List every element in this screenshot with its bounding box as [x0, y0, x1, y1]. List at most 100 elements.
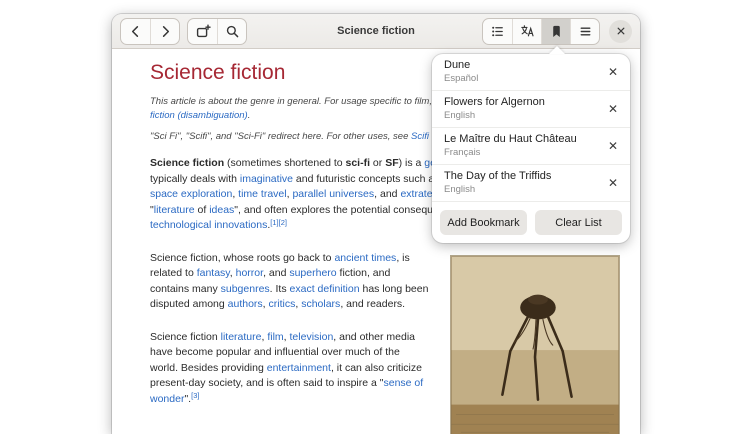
article-link[interactable]: technological innovations	[150, 219, 267, 231]
clear-list-button[interactable]: Clear List	[535, 210, 622, 235]
bookmark-actions: Add Bookmark Clear List	[432, 201, 630, 243]
article-link[interactable]: [1]	[270, 218, 278, 227]
article-link[interactable]: entertainment	[267, 362, 331, 374]
chevron-right-icon	[158, 24, 173, 39]
text-segment: SF	[385, 157, 398, 169]
chevron-left-icon	[128, 24, 143, 39]
text-segment: related to	[150, 267, 197, 279]
text-segment: present-day society, and is often said t…	[150, 377, 384, 389]
window-title: Science fiction	[337, 14, 415, 48]
article-link[interactable]: fiction (disambiguation)	[150, 110, 248, 121]
article-link[interactable]: critics	[269, 298, 296, 310]
text-segment: . Its	[270, 283, 290, 295]
article-link[interactable]: authors	[228, 298, 263, 310]
language-icon	[519, 23, 535, 39]
text-segment: Science fiction, whose roots go back to	[150, 252, 334, 264]
bookmark-item[interactable]: Le Maître du Haut Château Français ✕	[432, 128, 630, 165]
article-link[interactable]: time travel	[238, 188, 286, 200]
text-segment: contains many	[150, 283, 221, 295]
bookmark-texts: Dune Español	[444, 59, 478, 85]
view-button-group	[482, 18, 600, 45]
text-segment: sci-fi	[346, 157, 371, 169]
text-segment: , and	[263, 267, 289, 279]
new-tab-button[interactable]	[188, 19, 217, 44]
article-link[interactable]: wonder	[150, 393, 184, 405]
nav-button-group	[120, 18, 180, 45]
bookmark-title: The Day of the Triffids	[444, 170, 551, 183]
article-link[interactable]: fantasy	[197, 267, 230, 279]
bookmark-title: Le Maître du Haut Château	[444, 133, 577, 146]
back-button[interactable]	[121, 19, 150, 44]
bookmark-item[interactable]: The Day of the Triffids English ✕	[432, 165, 630, 201]
article-link[interactable]: literature	[154, 204, 195, 216]
close-button[interactable]	[609, 20, 632, 43]
toc-list-icon	[490, 24, 505, 39]
article-link[interactable]: subgenres	[221, 283, 270, 295]
remove-bookmark-button[interactable]: ✕	[601, 60, 625, 84]
menu-button[interactable]	[570, 19, 599, 44]
search-button[interactable]	[217, 19, 246, 44]
remove-bookmark-button[interactable]: ✕	[601, 97, 625, 121]
text-segment: fiction, and	[337, 267, 391, 279]
forward-button[interactable]	[150, 19, 179, 44]
article-link[interactable]: exact definition	[290, 283, 360, 295]
article-link[interactable]: scholars	[301, 298, 340, 310]
text-segment: Science fiction	[150, 157, 224, 169]
bookmark-language: Français	[444, 147, 577, 159]
text-segment: This article is about the genre in gener…	[150, 96, 453, 107]
add-bookmark-button[interactable]: Add Bookmark	[440, 210, 527, 235]
text-segment: and futuristic concepts such as	[293, 173, 440, 185]
bookmarks-button[interactable]	[541, 19, 570, 44]
bookmark-texts: Flowers for Algernon English	[444, 96, 545, 122]
bookmark-item[interactable]: Dune Español ✕	[432, 54, 630, 91]
tools-button-group	[187, 18, 247, 45]
bookmark-title: Flowers for Algernon	[444, 96, 545, 109]
text-segment: disputed among	[150, 298, 228, 310]
bookmark-language: English	[444, 110, 545, 122]
bookmarks-popover: Dune Español ✕ Flowers for Algernon Engl…	[432, 54, 630, 243]
bookmark-item[interactable]: Flowers for Algernon English ✕	[432, 91, 630, 128]
language-button[interactable]	[512, 19, 541, 44]
tripod-illustration	[451, 256, 619, 434]
article-image[interactable]	[450, 255, 620, 434]
article-link[interactable]: ideas	[209, 204, 234, 216]
article-link[interactable]: [2]	[279, 218, 287, 227]
text-segment: has long been	[360, 283, 429, 295]
text-segment: world. Besides providing	[150, 362, 267, 374]
remove-bookmark-button[interactable]: ✕	[601, 134, 625, 158]
close-icon	[615, 25, 627, 37]
text-segment: , and other media	[333, 331, 415, 343]
article-link[interactable]: superhero	[289, 267, 336, 279]
article-link[interactable]: [3]	[191, 391, 199, 400]
article-link[interactable]: television	[290, 331, 334, 343]
bookmark-language: English	[444, 184, 551, 196]
popover-arrow	[549, 46, 565, 54]
article-link[interactable]: sense of	[384, 377, 424, 389]
bookmark-language: Español	[444, 73, 478, 85]
text-segment: or	[370, 157, 385, 169]
article-link[interactable]: literature	[221, 331, 262, 343]
article-link[interactable]: horror	[236, 267, 263, 279]
remove-bookmark-button[interactable]: ✕	[601, 171, 625, 195]
text-segment: , and	[374, 188, 400, 200]
article-link[interactable]: parallel universes	[292, 188, 374, 200]
text-segment: typically deals with	[150, 173, 240, 185]
bookmark-title: Dune	[444, 59, 478, 72]
search-icon	[225, 24, 240, 39]
article-link[interactable]: ancient times	[334, 252, 396, 264]
text-segment: , it can also criticize	[331, 362, 422, 374]
text-segment: have become popular and influential over…	[150, 346, 400, 358]
toc-button[interactable]	[483, 19, 512, 44]
text-segment: ", and often explores the potential cons…	[234, 204, 461, 216]
text-segment: Science fiction	[150, 331, 221, 343]
app-window: Science fiction Science fiction This art…	[112, 14, 640, 434]
text-segment: .	[248, 110, 251, 121]
article-link[interactable]: film	[267, 331, 283, 343]
text-segment: , and readers.	[340, 298, 405, 310]
text-segment: "Sci Fi", "Scifi", and "Sci-Fi" redirect…	[150, 131, 411, 142]
text-segment: ) is a	[399, 157, 425, 169]
new-tab-icon	[195, 23, 211, 39]
text-segment: of	[195, 204, 210, 216]
article-link[interactable]: space exploration	[150, 188, 232, 200]
article-link[interactable]: imaginative	[240, 173, 293, 185]
